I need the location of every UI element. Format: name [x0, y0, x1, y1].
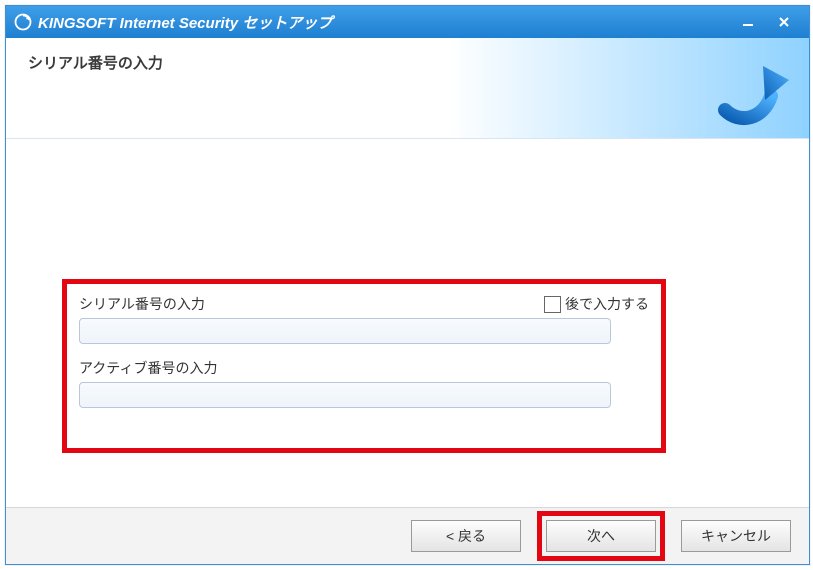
enter-later-label: 後で入力する	[565, 294, 649, 314]
wizard-footer: < 戻る 次へ キャンセル	[6, 507, 809, 564]
serial-input[interactable]	[79, 318, 611, 344]
wizard-header: シリアル番号の入力	[6, 38, 809, 139]
enter-later-checkbox[interactable]	[544, 296, 561, 313]
serial-label: シリアル番号の入力	[79, 294, 205, 314]
app-shield-icon	[14, 13, 32, 31]
serial-field-row: シリアル番号の入力 後で入力する	[79, 294, 649, 344]
close-button[interactable]	[767, 12, 801, 32]
upward-arrow-icon	[705, 46, 793, 137]
app-title: KINGSOFT Internet Security セットアップ	[38, 12, 332, 33]
next-button-highlight: 次へ	[537, 511, 665, 561]
active-label: アクティブ番号の入力	[79, 358, 217, 378]
wizard-body: シリアル番号の入力 後で入力する アクティブ番号の入力	[6, 139, 809, 507]
title-bar: KINGSOFT Internet Security セットアップ	[6, 6, 809, 38]
serial-input-group: シリアル番号の入力 後で入力する アクティブ番号の入力	[62, 279, 666, 453]
active-input[interactable]	[79, 382, 611, 408]
next-button-label: 次へ	[587, 526, 615, 546]
back-button-label: < 戻る	[446, 526, 486, 546]
minimize-button[interactable]	[731, 12, 765, 32]
active-field-row: アクティブ番号の入力	[79, 358, 649, 408]
installer-window: KINGSOFT Internet Security セットアップ シリアル番号…	[5, 5, 810, 565]
cancel-button[interactable]: キャンセル	[681, 520, 791, 552]
next-button[interactable]: 次へ	[546, 520, 656, 552]
back-button[interactable]: < 戻る	[411, 520, 521, 552]
cancel-button-label: キャンセル	[701, 526, 771, 546]
page-title: シリアル番号の入力	[28, 52, 163, 73]
